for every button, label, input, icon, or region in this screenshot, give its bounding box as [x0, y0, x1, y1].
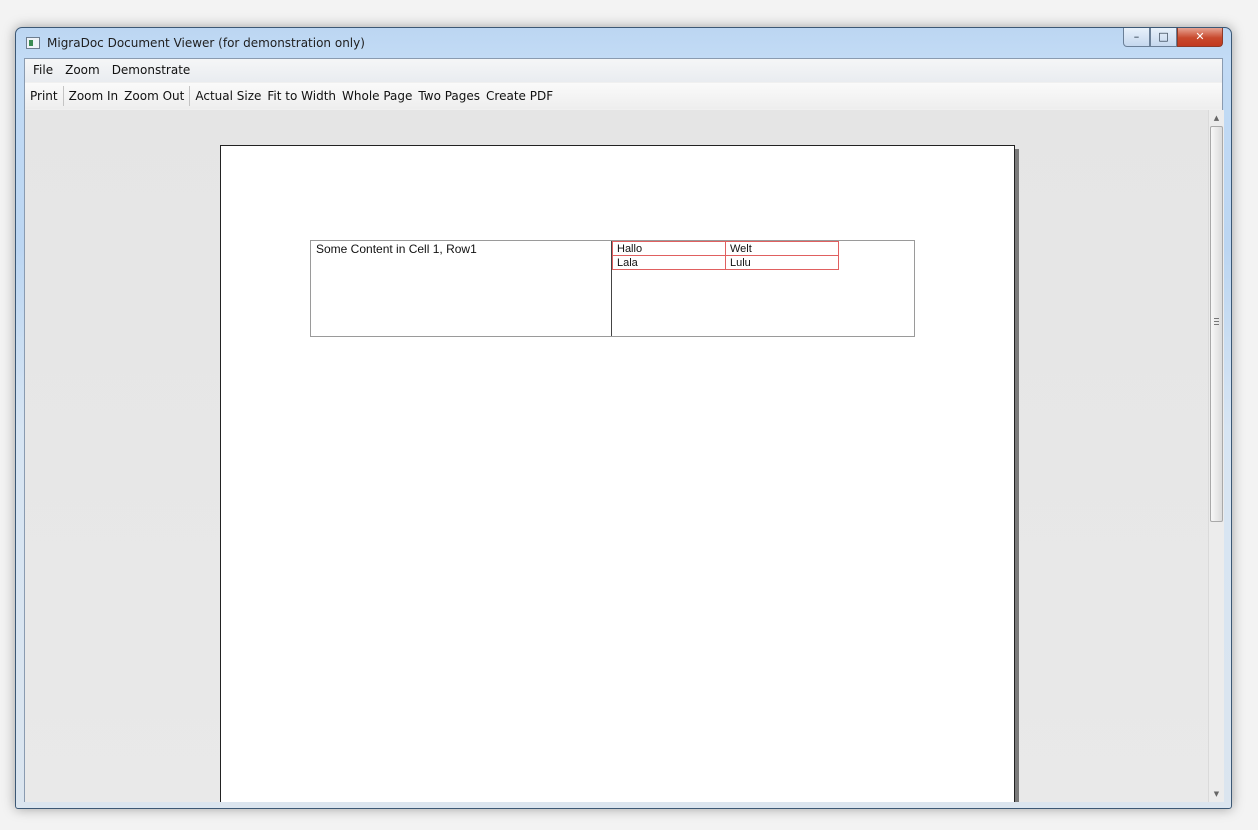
table-cell: Lala	[612, 255, 726, 270]
app-icon	[26, 37, 40, 49]
scroll-down-arrow-icon[interactable]: ▼	[1209, 786, 1224, 802]
outer-table: Some Content in Cell 1, Row1 Hallo Welt …	[310, 240, 915, 337]
print-button[interactable]: Print	[27, 85, 61, 107]
scrollbar-grip-icon	[1214, 318, 1219, 326]
zoom-out-button[interactable]: Zoom Out	[121, 85, 187, 107]
document-page: Some Content in Cell 1, Row1 Hallo Welt …	[220, 145, 1015, 802]
table-row: Hallo Welt	[612, 241, 839, 256]
zoom-in-button[interactable]: Zoom In	[66, 85, 122, 107]
scrollbar-thumb[interactable]	[1210, 126, 1223, 522]
menu-demonstrate[interactable]: Demonstrate	[106, 59, 197, 82]
actual-size-button[interactable]: Actual Size	[192, 85, 264, 107]
inner-table: Hallo Welt Lala Lulu	[612, 241, 839, 270]
fit-to-width-button[interactable]: Fit to Width	[264, 85, 339, 107]
table-cell: Welt	[725, 241, 839, 256]
toolbar-separator	[62, 86, 64, 106]
title-bar[interactable]: MigraDoc Document Viewer (for demonstrat…	[16, 28, 1231, 58]
cell-1-text: Some Content in Cell 1, Row1	[316, 242, 477, 256]
menu-bar: File Zoom Demonstrate	[25, 59, 1222, 82]
table-cell: Lulu	[725, 255, 839, 270]
two-pages-button[interactable]: Two Pages	[415, 85, 483, 107]
toolbar-separator	[189, 86, 191, 106]
document-viewer[interactable]: Some Content in Cell 1, Row1 Hallo Welt …	[25, 110, 1208, 802]
app-window: MigraDoc Document Viewer (for demonstrat…	[15, 27, 1232, 809]
outer-cell-1: Some Content in Cell 1, Row1	[311, 241, 612, 336]
outer-cell-2: Hallo Welt Lala Lulu	[612, 241, 914, 336]
window-title: MigraDoc Document Viewer (for demonstrat…	[47, 36, 365, 50]
caption-buttons: – □ ✕	[1123, 28, 1223, 47]
table-row: Lala Lulu	[612, 255, 839, 270]
vertical-scrollbar[interactable]: ▲ ▼	[1208, 110, 1224, 802]
whole-page-button[interactable]: Whole Page	[339, 85, 415, 107]
close-button[interactable]: ✕	[1177, 28, 1223, 47]
client-area: File Zoom Demonstrate Print Zoom In Zoom…	[24, 58, 1224, 802]
minimize-button[interactable]: –	[1123, 28, 1150, 47]
menu-file[interactable]: File	[27, 59, 59, 82]
menu-zoom[interactable]: Zoom	[59, 59, 106, 82]
create-pdf-button[interactable]: Create PDF	[483, 85, 556, 107]
toolbar: Print Zoom In Zoom Out Actual Size Fit t…	[25, 83, 1222, 109]
scroll-up-arrow-icon[interactable]: ▲	[1209, 110, 1224, 126]
maximize-button[interactable]: □	[1150, 28, 1177, 47]
table-cell: Hallo	[612, 241, 726, 256]
